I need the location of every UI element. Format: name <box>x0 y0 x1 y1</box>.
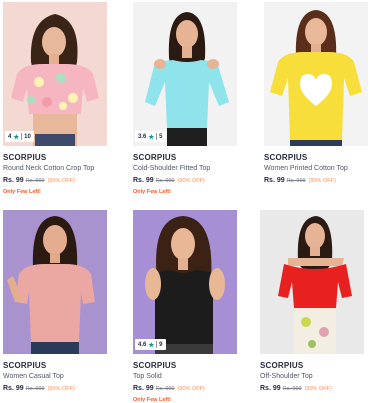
rating-badge: 4.6 ★ 9 <box>135 339 166 350</box>
product-image[interactable] <box>3 2 107 146</box>
price-discount: (90% OFF) <box>308 178 336 184</box>
price-mrp: Rs. 999 <box>25 386 45 392</box>
product-image[interactable] <box>3 210 107 354</box>
price-discount: (90% OFF) <box>47 386 75 392</box>
price-current: Rs. 99 <box>264 177 285 184</box>
product-brand: SCORPIUS <box>133 153 177 162</box>
star-icon: ★ <box>148 341 155 349</box>
product-image[interactable] <box>260 210 364 354</box>
product-title: Top Solid <box>133 373 162 380</box>
price-current: Rs. 99 <box>133 385 154 392</box>
price-current: Rs. 99 <box>260 385 281 392</box>
product-title: Round Neck Cotton Crop Top <box>3 165 95 172</box>
product-title: Off-Shoulder Top <box>260 373 313 380</box>
rating-badge: 3.6 ★ 5 <box>135 131 166 142</box>
model-photo <box>278 216 352 354</box>
product-price: Rs. 99 Rs. 999 (90% OFF) <box>3 177 75 184</box>
rating-value: 4 <box>8 133 12 140</box>
rating-value: 3.6 <box>138 133 147 140</box>
price-discount: (90% OFF) <box>177 386 205 392</box>
rating-divider <box>21 133 23 140</box>
star-icon: ★ <box>148 133 155 141</box>
model-photo <box>145 12 229 146</box>
rating-divider <box>156 133 158 140</box>
star-icon: ★ <box>13 133 20 141</box>
product-price: Rs. 99 Rs. 999 (90% OFF) <box>133 177 205 184</box>
stock-urgency: Only Few Left! <box>133 189 171 195</box>
product-title: Cold-Shoulder Fitted Top <box>133 165 211 172</box>
product-price: Rs. 99 Rs. 999 (90% OFF) <box>260 385 332 392</box>
rating-value: 4.6 <box>138 341 147 348</box>
price-mrp: Rs. 999 <box>155 178 175 184</box>
price-mrp: Rs. 999 <box>25 178 45 184</box>
price-mrp: Rs. 999 <box>282 386 302 392</box>
price-mrp: Rs. 999 <box>155 386 175 392</box>
product-brand: SCORPIUS <box>3 153 47 162</box>
product-brand: SCORPIUS <box>264 153 308 162</box>
product-image[interactable] <box>133 2 237 146</box>
rating-badge: 4 ★ 10 <box>5 131 34 142</box>
model-photo <box>270 10 362 146</box>
rating-divider <box>156 341 158 348</box>
product-brand: SCORPIUS <box>260 361 304 370</box>
product-price: Rs. 99 Rs. 999 (90% OFF) <box>3 385 75 392</box>
product-price: Rs. 99 Rs. 999 (90% OFF) <box>133 385 205 392</box>
price-current: Rs. 99 <box>133 177 154 184</box>
model-photo <box>7 216 95 354</box>
product-image[interactable] <box>133 210 237 354</box>
stock-urgency: Only Few Left! <box>3 189 41 195</box>
price-discount: (90% OFF) <box>304 386 332 392</box>
price-discount: (90% OFF) <box>47 178 75 184</box>
product-brand: SCORPIUS <box>133 361 177 370</box>
model-photo <box>145 216 225 354</box>
model-photo <box>11 14 99 146</box>
product-brand: SCORPIUS <box>3 361 47 370</box>
price-mrp: Rs. 999 <box>286 178 306 184</box>
rating-count: 10 <box>24 133 31 140</box>
product-title: Women Casual Top <box>3 373 64 380</box>
product-image[interactable] <box>264 2 368 146</box>
product-price: Rs. 99 Rs. 999 (90% OFF) <box>264 177 336 184</box>
rating-count: 9 <box>159 341 163 348</box>
product-title: Women Printed Cotton Top <box>264 165 348 172</box>
rating-count: 5 <box>159 133 163 140</box>
price-discount: (90% OFF) <box>177 178 205 184</box>
stock-urgency: Only Few Left! <box>133 397 171 403</box>
price-current: Rs. 99 <box>3 177 24 184</box>
price-current: Rs. 99 <box>3 385 24 392</box>
